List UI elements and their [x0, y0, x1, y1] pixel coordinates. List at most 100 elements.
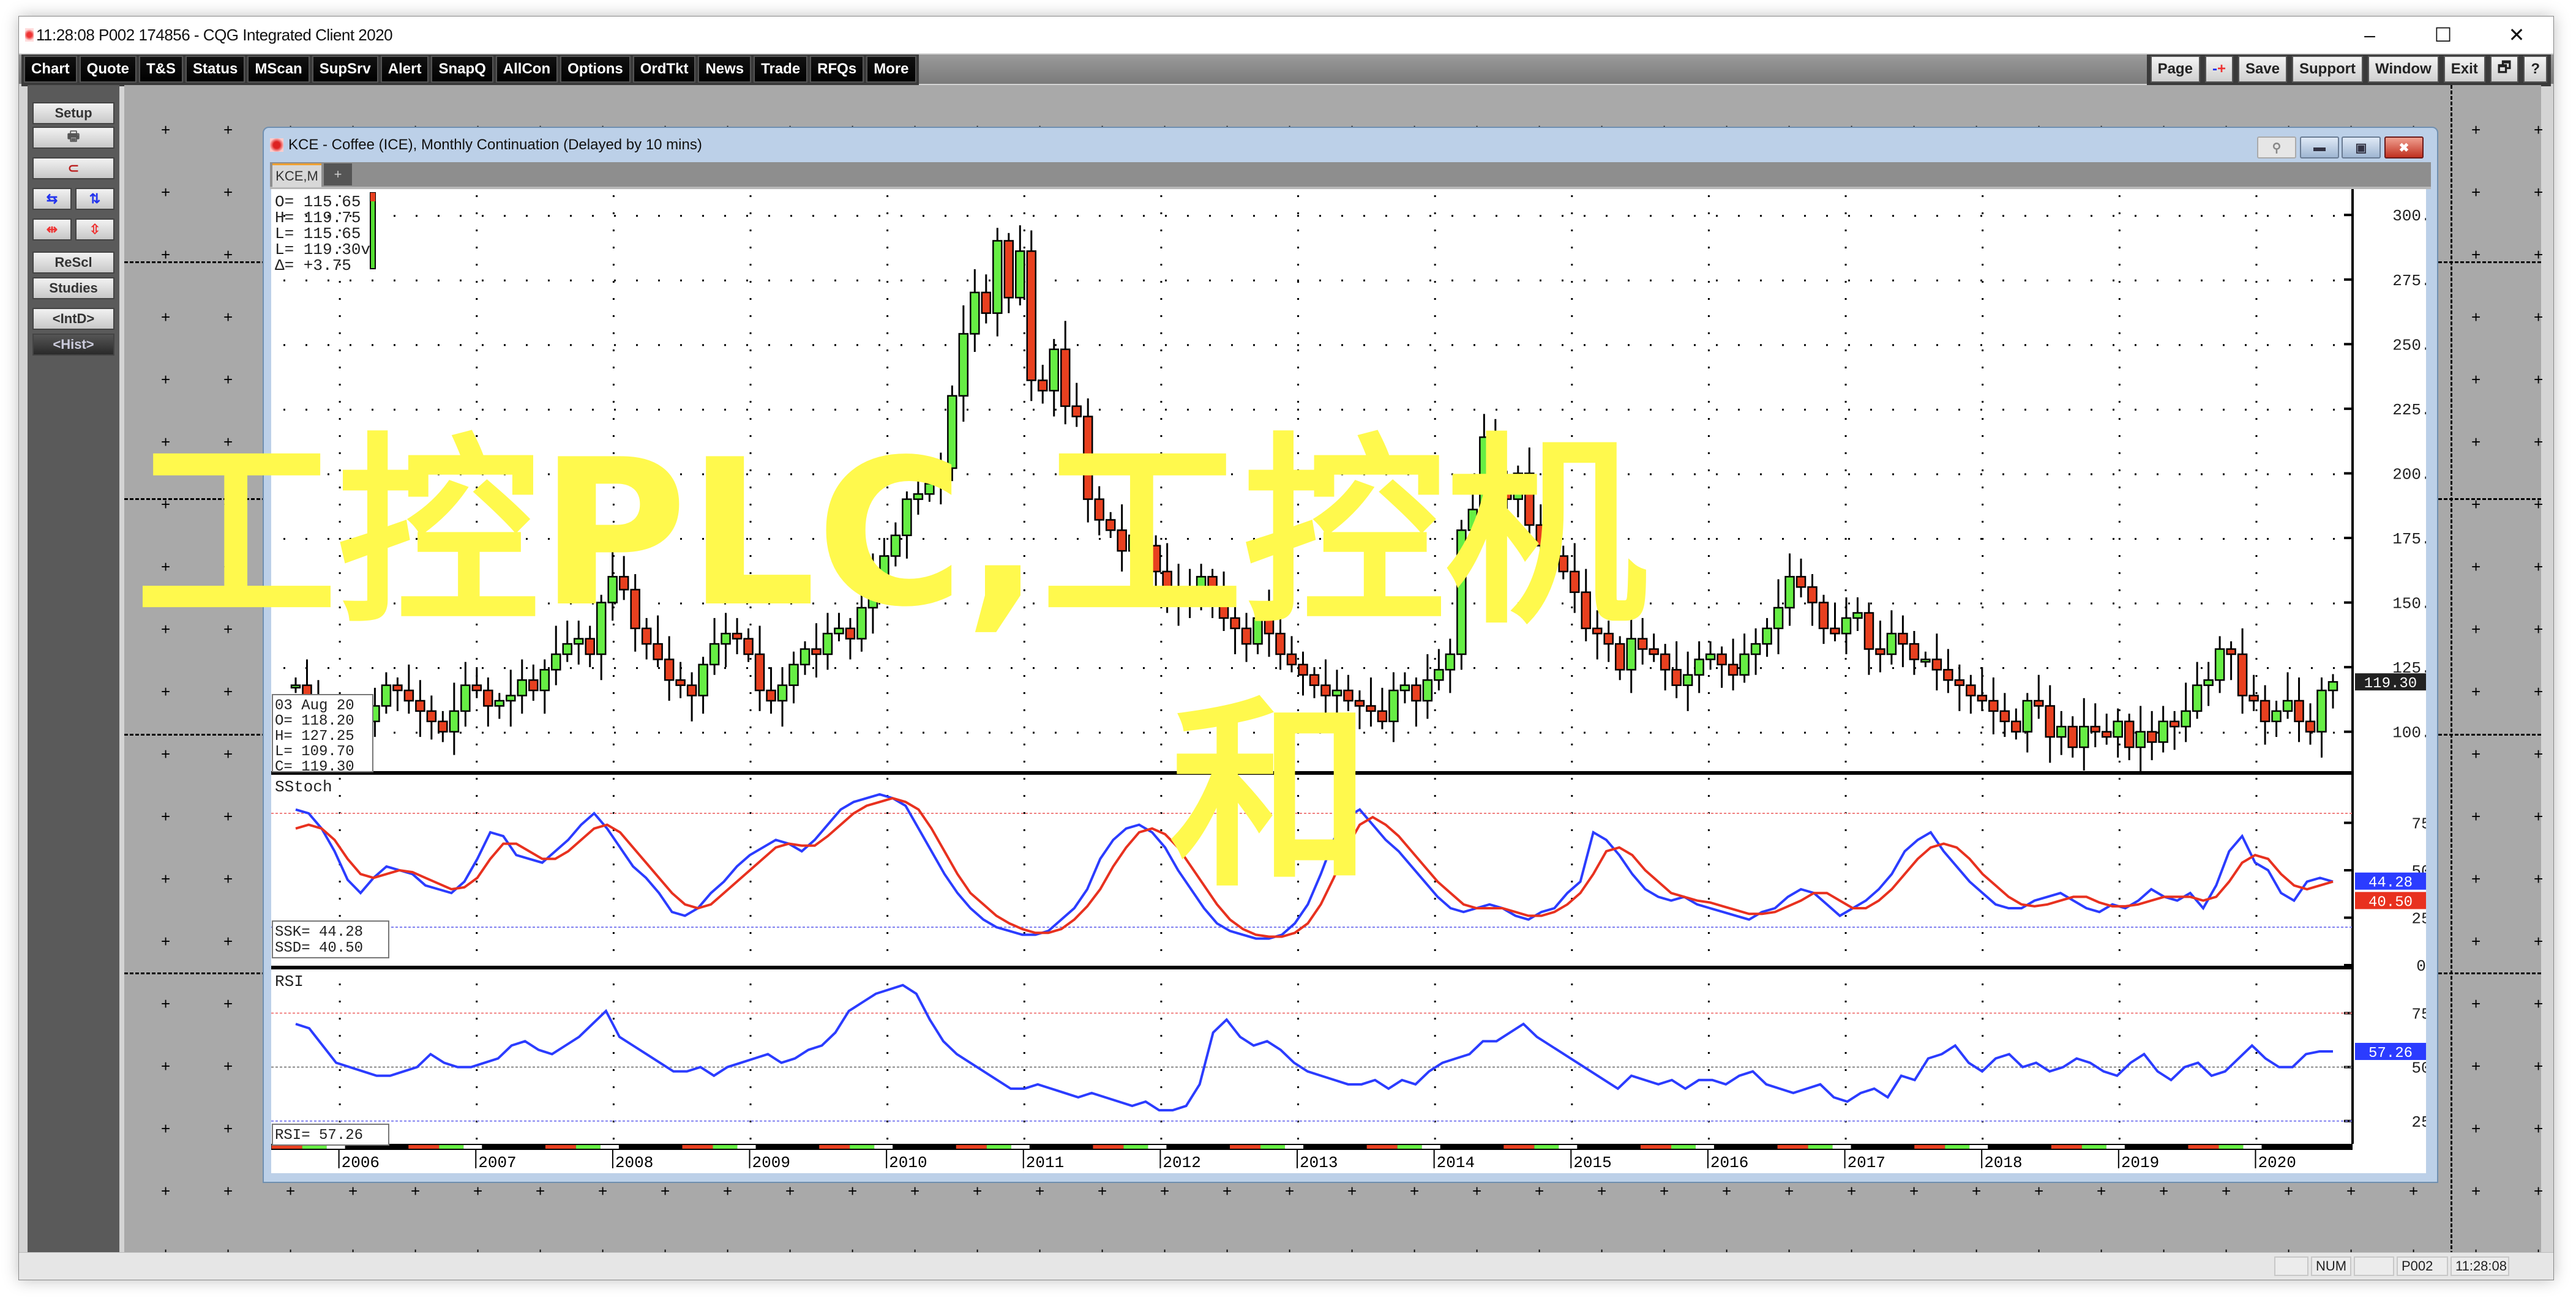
grid-dot: [2069, 215, 2070, 217]
grid-dot: [1892, 344, 1894, 346]
grid-plus-mark: +: [2346, 1182, 2356, 1200]
toolbar-right-btn7-button[interactable]: ?: [2523, 56, 2547, 83]
grid-dot: [1844, 1052, 1847, 1054]
grid-dot: [1980, 344, 1982, 346]
rescale-button[interactable]: ReScl: [32, 252, 114, 274]
studies-button[interactable]: Studies: [32, 277, 114, 299]
grid-dot: [1385, 538, 1387, 540]
chart-svg[interactable]: 2006 2007 2008 2009 2010 2011 2012 2013 2014 2015…: [271, 189, 2450, 1173]
toolbar-left-news-button[interactable]: News: [698, 56, 752, 83]
toolbar-left-more-button[interactable]: More: [866, 56, 916, 83]
grid-dot: [1023, 1018, 1025, 1020]
grid-plus-mark: +: [1847, 1182, 1857, 1200]
toolbar-left-alert-button[interactable]: Alert: [380, 56, 429, 83]
grid-dot: [2069, 602, 2070, 605]
toolbar-right-window-button[interactable]: Window: [2368, 56, 2439, 83]
grid-dot: [476, 521, 478, 523]
grid-dot: [482, 215, 484, 217]
grid-dot: [1562, 279, 1563, 282]
close-button[interactable]: ✕: [2480, 17, 2553, 53]
grid-dot: [790, 344, 792, 346]
chart-minimize-button[interactable]: ▬: [2300, 136, 2339, 159]
toolbar-left-status-button[interactable]: Status: [185, 56, 245, 83]
magnet-button[interactable]: ⊂: [32, 157, 114, 179]
expand-vertical-button[interactable]: ⇅: [75, 188, 114, 210]
grid-dot: [886, 983, 889, 985]
toolbar-left-ordtkt-button[interactable]: OrdTkt: [632, 56, 696, 83]
grid-dot: [636, 731, 638, 734]
candle-body: [1581, 591, 1591, 630]
maximize-button[interactable]: ☐: [2406, 17, 2480, 53]
grid-dot: [1055, 602, 1057, 605]
toolbar-right-save-button[interactable]: Save: [2237, 56, 2288, 83]
grid-dot: [1628, 731, 1630, 734]
toolbar-right-btn1-button[interactable]: - +: [2204, 56, 2233, 83]
grid-dot: [1707, 298, 1710, 300]
vertical-arrows-icon: ⇅: [89, 191, 101, 206]
grid-dot: [1275, 408, 1277, 411]
grid-dot: [2201, 215, 2203, 217]
toolbar-right-page-button[interactable]: Page: [2150, 56, 2200, 83]
minimize-button[interactable]: –: [2333, 17, 2406, 53]
candle-body: [1807, 586, 1818, 603]
grid-dot: [886, 281, 889, 283]
year-label: 2007: [478, 1154, 516, 1172]
setup-button[interactable]: Setup: [32, 102, 114, 124]
compress-horizontal-button[interactable]: ⇹: [32, 218, 72, 241]
grid-dot: [339, 1052, 341, 1054]
toolbar-right-btn6-button[interactable]: 🗗: [2490, 56, 2519, 83]
toolbar-right-exit-button[interactable]: Exit: [2443, 56, 2485, 83]
grid-dot: [886, 846, 889, 848]
grid-dot: [1958, 602, 1960, 605]
grid-dot: [724, 602, 726, 605]
grid-dot: [886, 469, 889, 471]
tab-kce-m[interactable]: KCE,M: [272, 163, 321, 187]
toolbar-left-trade-button[interactable]: Trade: [754, 56, 808, 83]
grid-dot: [1187, 279, 1189, 282]
grid-dot: [1451, 473, 1453, 476]
link-button[interactable]: ⚲: [2257, 136, 2296, 159]
price-tick-label: 250.00: [2392, 336, 2426, 354]
grid-dot: [1738, 602, 1740, 605]
print-button[interactable]: 🖶: [32, 127, 114, 149]
grid-dot: [1160, 401, 1163, 403]
grid-dot: [1892, 408, 1894, 411]
grid-dot: [612, 1035, 615, 1037]
chart-restore-button[interactable]: ▣: [2342, 136, 2381, 159]
expand-horizontal-button[interactable]: ⇆: [32, 188, 72, 210]
grid-dot: [2255, 247, 2258, 248]
add-tab-button[interactable]: +: [324, 163, 352, 185]
candle-body: [1773, 606, 1784, 630]
grid-dot: [416, 344, 417, 346]
toolbar-left-allcon-button[interactable]: AllCon: [495, 56, 558, 83]
grid-dot: [1496, 279, 1497, 282]
toolbar-left-rfqs-button[interactable]: RFQs: [810, 56, 864, 83]
grid-dot: [812, 279, 814, 282]
grid-dot: [1571, 281, 1573, 283]
intraday-button[interactable]: <IntD>: [32, 308, 114, 330]
grid-dot: [1160, 1069, 1163, 1071]
grid-dot: [1297, 487, 1300, 488]
grid-dot: [749, 983, 752, 985]
chart-plot-area[interactable]: 2006 2007 2008 2009 2010 2011 2012 2013 2014 2015…: [271, 189, 2450, 1173]
compress-vertical-button[interactable]: ⇳: [75, 218, 114, 241]
toolbar-left-ts-button[interactable]: T&S: [139, 56, 183, 83]
grid-dot: [1844, 932, 1847, 934]
toolbar-left-chart-button[interactable]: Chart: [24, 56, 77, 83]
historical-button[interactable]: <Hist>: [32, 334, 114, 356]
toolbar-left-options-button[interactable]: Options: [560, 56, 631, 83]
grid-dot: [476, 212, 478, 214]
toolbar-right-support-button[interactable]: Support: [2292, 56, 2363, 83]
toolbar-left-supsrv-button[interactable]: SupSrv: [312, 56, 378, 83]
grid-dot: [702, 731, 704, 734]
toolbar-left-snapq-button[interactable]: SnapQ: [431, 56, 493, 83]
grid-dot: [768, 408, 770, 411]
chart-close-button[interactable]: ✖: [2384, 136, 2424, 159]
grid-dot: [339, 281, 341, 283]
grid-dot: [2118, 846, 2121, 848]
grid-dot: [886, 212, 889, 214]
toolbar-left-mscan-button[interactable]: MScan: [247, 56, 310, 83]
toolbar-left-quote-button[interactable]: Quote: [79, 56, 137, 83]
grid-dot: [1434, 624, 1436, 625]
grid-dot: [504, 408, 506, 411]
